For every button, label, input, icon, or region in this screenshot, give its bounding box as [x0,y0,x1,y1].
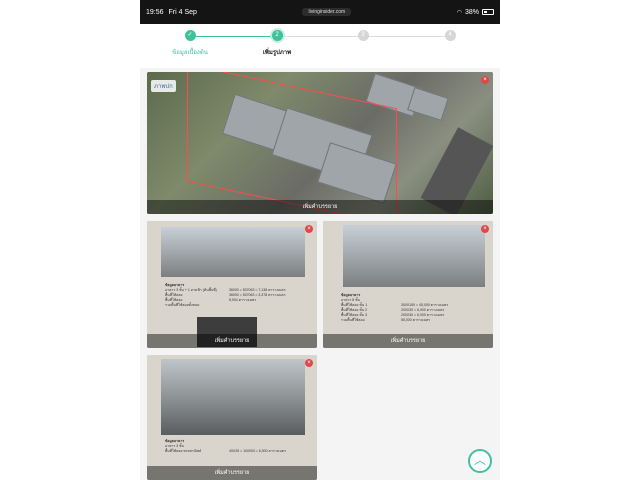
spec-labels: ข้อมูลอาคาร อาคาร 8 ชั้น พื้นที่ใช้สอย ช… [341,293,396,323]
step-2[interactable]: 2 เพิ่มรูปภาพ [232,30,322,57]
step-2-number: 2 [271,30,283,41]
photo-card[interactable]: ข้อมูลอาคาร อาคาร 3 ชั้น + 1 ดาดฟ้า (ค้น… [147,221,317,348]
spec-value: 40X25 = 100003 = 6,000 ตารางเมตร [229,449,286,453]
battery-percent: 38% [464,8,479,16]
right-margin [500,0,640,480]
add-caption-button[interactable]: เพิ่มคำบรรยาย [323,334,493,348]
spec-line: พื้นที่ใช้สอย ทรงพาณิชย์ [165,449,202,453]
wifi-icon: ◠ [456,9,462,16]
status-time: 19:56 [146,8,164,16]
spec-line: รวมพื้นที่ใช้สอยทั้งหมด [165,303,200,307]
step-3[interactable]: 3 [318,30,408,47]
add-caption-button[interactable]: เพิ่มคำบรรยาย [147,466,317,480]
chevron-up-icon: ︿ [473,453,486,467]
photo-card[interactable]: ข้อมูลอาคาร อาคาร 3 ชั้น พื้นที่ใช้สอย ท… [147,355,317,480]
step-1[interactable]: ✓ ข้อมูลเบื้องต้น [145,30,235,57]
left-margin [0,0,140,480]
spec-values: 36000 = 537063 = 7,138 ตารางเมตร 36000 =… [229,288,309,303]
step-2-label: เพิ่มรูปภาพ [262,50,292,56]
step-1-label: ข้อมูลเบื้องต้น [172,50,208,56]
spec-labels: ข้อมูลอาคาร อาคาร 3 ชั้น + 1 ดาดฟ้า (ค้น… [165,283,225,308]
spec-value: 55,000 ตารางเมตร [401,318,431,322]
add-caption-button[interactable]: เพิ่มคำบรรยาย [147,334,317,348]
cover-badge: ภาพปก [151,80,176,92]
spec-labels: ข้อมูลอาคาร อาคาร 3 ชั้น พื้นที่ใช้สอย ท… [165,439,225,454]
battery-icon [481,9,494,15]
close-icon[interactable]: × [481,225,489,233]
step-4-number: 4 [444,30,456,41]
close-icon[interactable]: × [481,76,489,84]
tablet-screen: 19:56 Fri 4 Sep livinginsider.com ◠ 38% … [140,0,500,480]
add-caption-button[interactable]: เพิ่มคำบรรยาย [147,200,493,214]
photo-card[interactable]: ข้อมูลอาคาร อาคาร 8 ชั้น พื้นที่ใช้สอย ช… [323,221,493,348]
scroll-top-button[interactable]: ︿ [468,449,492,473]
progress-stepper: ✓ ข้อมูลเบื้องต้น 2 เพิ่มรูปภาพ 3 4 [140,24,500,68]
address-bar[interactable]: livinginsider.com [302,8,352,16]
building-photo [161,359,305,435]
building-photo [161,227,305,277]
spec-value: 8,904 ตารางเมตร [229,298,257,302]
photo-card-cover[interactable]: ภาพปก × เพิ่มคำบรรยาย [147,72,493,214]
spec-values: 40X25 = 100003 = 6,000 ตารางเมตร [229,449,311,454]
check-icon: ✓ [184,30,196,41]
status-bar: 19:56 Fri 4 Sep livinginsider.com ◠ 38% [140,0,500,24]
step-4[interactable]: 4 [405,30,495,47]
step-3-number: 3 [357,30,369,41]
close-icon[interactable]: × [305,359,313,367]
building-photo [343,225,485,287]
close-icon[interactable]: × [305,225,313,233]
spec-line: รวมพื้นที่ใช้สอย [341,318,365,322]
spec-values: 300X150 = 45,000 ตารางเมตร 200X30 = 6,00… [401,303,487,323]
status-date: Fri 4 Sep [168,8,197,16]
